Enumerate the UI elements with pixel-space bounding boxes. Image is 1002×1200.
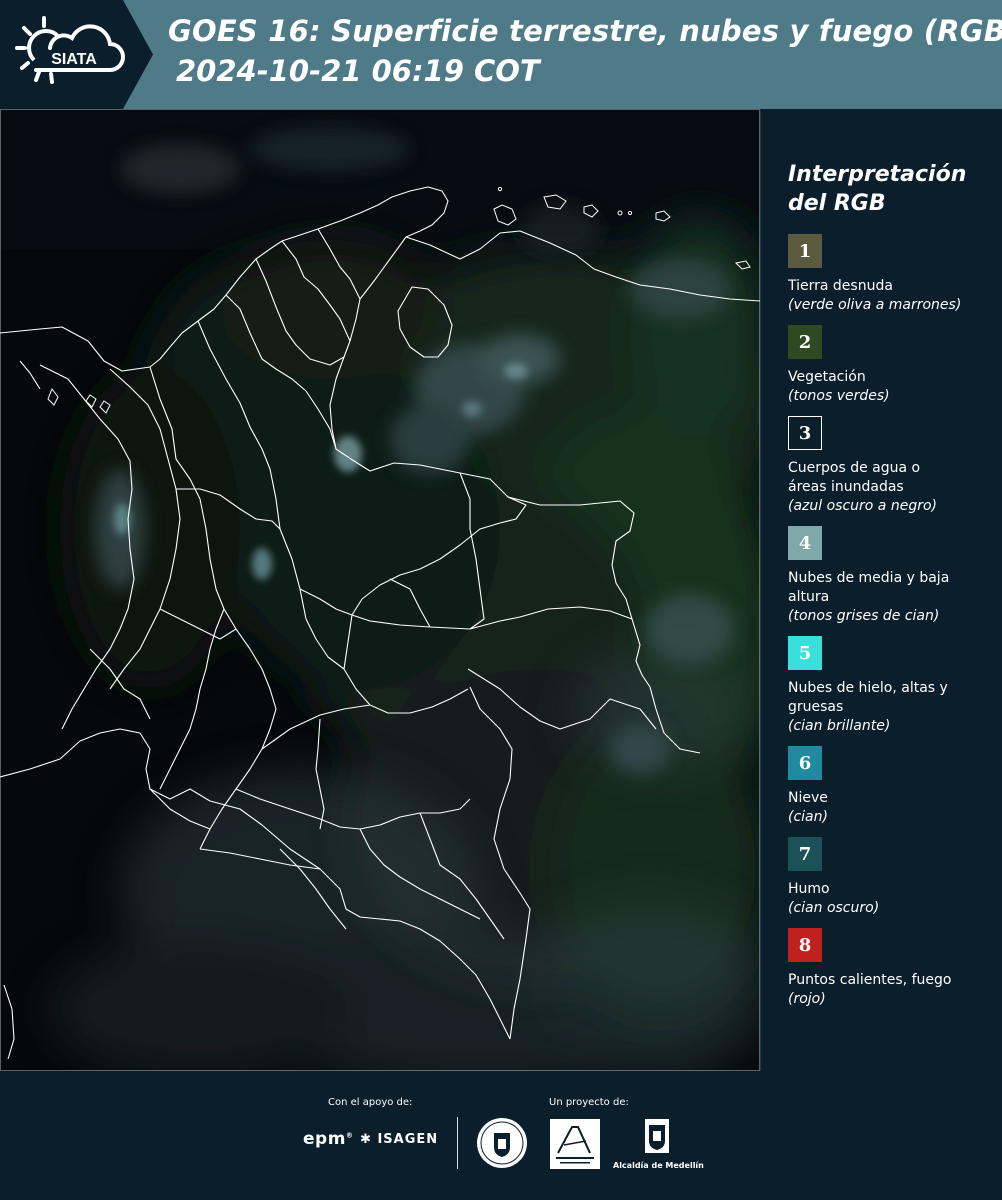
- legend-item-5: 5 Nubes de hielo, altas y gruesas (cian br…: [788, 636, 993, 736]
- legend-item-description: (verde oliva a marrones): [788, 297, 962, 313]
- epm-registered-mark: ®: [345, 1131, 354, 1140]
- rgb-legend: Interpretación del RGB 1 Tierra desnuda (v…: [788, 160, 993, 1019]
- legend-swatch-5: 5: [788, 636, 822, 670]
- legend-title-line1: Interpretación: [788, 162, 967, 187]
- footer: Con el apoyo de: Un proyecto de: epm® ✱ …: [0, 1071, 1002, 1200]
- legend-item-label: Humo: [788, 881, 830, 897]
- antioquia-seal-icon[interactable]: [476, 1117, 528, 1169]
- legend-item-description: (cian oscuro): [788, 900, 880, 916]
- isagen-logo[interactable]: ✱ ISAGEN: [360, 1132, 438, 1147]
- epm-logo-text: epm: [303, 1129, 346, 1149]
- medellin-logo-text: Alcaldía de Medellín: [613, 1161, 704, 1170]
- legend-items: 1 Tierra desnuda (verde oliva a marrones) 2…: [788, 234, 993, 1009]
- legend-swatch-6: 6: [788, 746, 822, 780]
- area-metropolitana-logo[interactable]: [550, 1119, 600, 1169]
- medellin-shield-icon: [645, 1119, 669, 1153]
- legend-swatch-1: 1: [788, 234, 822, 268]
- legend-title: Interpretación del RGB: [788, 160, 993, 218]
- isagen-logo-text: ISAGEN: [377, 1132, 439, 1147]
- legend-item-label: Nubes de hielo, altas y gruesas: [788, 680, 948, 715]
- legend-item-description: (cian): [788, 809, 828, 825]
- legend-title-line2: del RGB: [788, 191, 886, 216]
- satellite-map[interactable]: [0, 109, 760, 1071]
- legend-item-description: (cian brillante): [788, 718, 891, 734]
- page-title: GOES 16: Superficie terrestre, nubes y f…: [168, 14, 1002, 48]
- legend-item-8: 8 Puntos calientes, fuego (rojo): [788, 928, 993, 1009]
- legend-item-label: Nubes de media y baja altura: [788, 570, 950, 605]
- legend-item-7: 7 Humo (cian oscuro): [788, 837, 993, 918]
- legend-item-description: (tonos verdes): [788, 388, 890, 404]
- medellin-logo[interactable]: Alcaldía de Medellín: [613, 1117, 704, 1170]
- legend-swatch-7: 7: [788, 837, 822, 871]
- support-label: Con el apoyo de:: [328, 1097, 413, 1108]
- siata-logo-text: SIATA: [51, 51, 97, 68]
- legend-swatch-8: 8: [788, 928, 822, 962]
- legend-swatch-3: 3: [788, 416, 822, 450]
- legend-item-6: 6 Nieve (cian): [788, 746, 993, 827]
- isagen-star-icon: ✱: [360, 1132, 372, 1147]
- legend-item-label: Puntos calientes, fuego: [788, 972, 952, 988]
- legend-item-label: Cuerpos de agua o áreas inundadas: [788, 460, 921, 495]
- footer-divider: [457, 1117, 458, 1169]
- project-label: Un proyecto de:: [549, 1097, 629, 1108]
- legend-item-3: 3 Cuerpos de agua o áreas inundadas (azul …: [788, 416, 993, 516]
- legend-item-2: 2 Vegetación (tonos verdes): [788, 325, 993, 406]
- sun-rays-icon: [15, 16, 54, 84]
- legend-item-label: Nieve: [788, 790, 828, 806]
- legend-item-description: (azul oscuro a negro): [788, 498, 937, 514]
- legend-item-label: Vegetación: [788, 369, 866, 385]
- epm-logo[interactable]: epm®: [303, 1129, 353, 1149]
- map-border: [760, 109, 761, 1071]
- legend-item-description: (tonos grises de cian): [788, 608, 940, 624]
- header: SIATA GOES 16: Superficie terrestre, nub…: [0, 0, 1002, 109]
- page-timestamp: 2024-10-21 06:19 COT: [176, 54, 540, 88]
- legend-item-4: 4 Nubes de media y baja altura (tonos gris…: [788, 526, 993, 626]
- legend-item-1: 1 Tierra desnuda (verde oliva a marrones): [788, 234, 993, 315]
- siata-logo[interactable]: SIATA: [14, 14, 126, 96]
- rgb-composite-image: [0, 109, 760, 1071]
- legend-swatch-2: 2: [788, 325, 822, 359]
- legend-item-label: Tierra desnuda: [788, 278, 893, 294]
- legend-swatch-4: 4: [788, 526, 822, 560]
- legend-item-description: (rojo): [788, 991, 826, 1007]
